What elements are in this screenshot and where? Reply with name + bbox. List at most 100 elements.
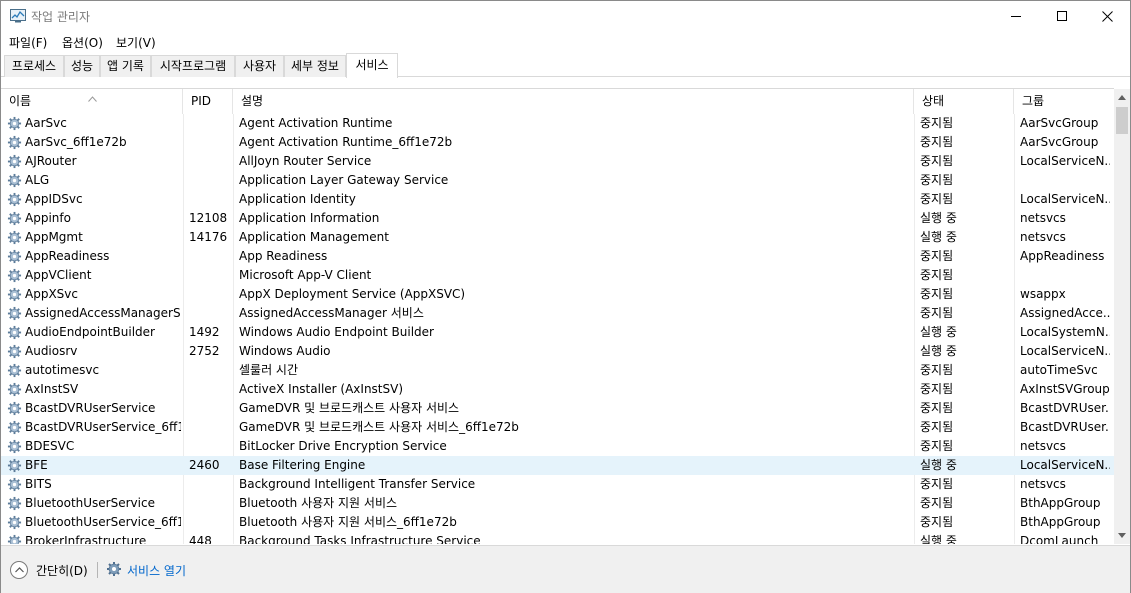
table-row[interactable]: Appinfo 12108 Application Information 실행 중 n… [1, 209, 1114, 228]
service-pid [189, 190, 233, 209]
service-group: LocalSystemN... [1020, 325, 1110, 339]
table-row[interactable]: BcastDVRUserService_6ff1... GameDVR 및 브로드… [1, 418, 1114, 437]
table-row[interactable]: AppVClient Microsoft App-V Client 중지됨 [1, 266, 1114, 285]
scroll-up-button[interactable] [1114, 89, 1130, 106]
service-name: BITS [25, 477, 52, 491]
table-row[interactable]: AJRouter AllJoyn Router Service 중지됨 LocalSe… [1, 152, 1114, 171]
gear-icon [7, 496, 22, 511]
tab-performance[interactable]: 성능 [64, 55, 100, 77]
table-row[interactable]: AarSvc_6ff1e72b Agent Activation Runtime_… [1, 133, 1114, 152]
column-header-pid[interactable]: PID [183, 89, 233, 114]
service-pid [189, 437, 233, 456]
tab-startup[interactable]: 시작프로그램 [151, 55, 235, 77]
service-pid [189, 513, 233, 532]
service-description: Agent Activation Runtime_6ff1e72b [239, 135, 453, 149]
table-row[interactable]: autotimesvc 셀룰러 시간 중지됨 autoTimeSvc [1, 361, 1114, 380]
close-button[interactable] [1084, 1, 1130, 31]
column-header-name[interactable]: 이름 [1, 89, 183, 114]
table-row[interactable]: BFE 2460 Base Filtering Engine 실행 중 LocalSer… [1, 456, 1114, 475]
task-manager-icon [10, 9, 26, 23]
column-header-group[interactable]: 그룹 [1014, 89, 1114, 114]
table-row[interactable]: AppIDSvc Application Identity 중지됨 LocalServ… [1, 190, 1114, 209]
table-row[interactable]: AppReadiness App Readiness 중지됨 AppReadiness [1, 247, 1114, 266]
table-row[interactable]: Audiosrv 2752 Windows Audio 실행 중 LocalServic… [1, 342, 1114, 361]
service-name: AppXSvc [25, 287, 78, 301]
services-table: 이름 PID 설명 상태 그룹 AarSvc Agent Activation R… [1, 88, 1114, 544]
fewer-details-button[interactable]: 간단히(D) [10, 560, 88, 580]
table-row[interactable]: ALG Application Layer Gateway Service 중지됨 [1, 171, 1114, 190]
maximize-button[interactable] [1039, 1, 1085, 31]
scroll-down-button[interactable] [1114, 527, 1130, 544]
gear-icon [7, 135, 22, 150]
table-row[interactable]: BITS Background Intelligent Transfer Serv… [1, 475, 1114, 494]
table-row[interactable]: AppXSvc AppX Deployment Service (AppXSVC)… [1, 285, 1114, 304]
tab-details[interactable]: 세부 정보 [284, 55, 346, 77]
service-name: Appinfo [25, 211, 71, 225]
service-status: 중지됨 [920, 477, 954, 491]
table-row[interactable]: BluetoothUserService Bluetooth 사용자 지원 서비스… [1, 494, 1114, 513]
table-row[interactable]: BDESVC BitLocker Drive Encryption Service… [1, 437, 1114, 456]
service-pid [189, 361, 233, 380]
service-pid [189, 494, 233, 513]
service-pid: 2752 [189, 344, 220, 358]
scroll-down-icon [1118, 533, 1126, 538]
scroll-thumb[interactable] [1116, 107, 1128, 134]
service-group: AarSvcGroup [1020, 116, 1099, 130]
service-pid: 448 [189, 534, 212, 544]
service-group: autoTimeSvc [1020, 363, 1098, 377]
service-name: AJRouter [25, 154, 77, 168]
table-row[interactable]: BrokerInfrastructure 448 Background Tasks … [1, 532, 1114, 544]
service-description: Windows Audio [239, 344, 331, 358]
service-name: AudioEndpointBuilder [25, 325, 155, 339]
table-row[interactable]: AssignedAccessManagerSvc AssignedAccessMa… [1, 304, 1114, 323]
open-services-link[interactable]: 서비스 열기 [106, 560, 186, 580]
table-row[interactable]: AxInstSV ActiveX Installer (AxInstSV) 중지됨 A… [1, 380, 1114, 399]
open-services-label: 서비스 열기 [127, 563, 187, 578]
column-header-description[interactable]: 설명 [233, 89, 914, 114]
service-name: AppMgmt [25, 230, 83, 244]
service-status: 중지됨 [920, 287, 954, 301]
service-status: 중지됨 [920, 268, 954, 282]
tab-users[interactable]: 사용자 [235, 55, 284, 77]
gear-icon [7, 306, 22, 321]
service-group: wsappx [1020, 287, 1066, 301]
table-row[interactable]: AudioEndpointBuilder 1492 Windows Audio En… [1, 323, 1114, 342]
service-group: AxInstSVGroup [1020, 382, 1110, 396]
close-icon [1101, 10, 1113, 22]
minimize-button[interactable] [993, 1, 1039, 31]
vertical-scrollbar[interactable] [1114, 89, 1130, 544]
service-status: 중지됨 [920, 439, 954, 453]
table-row[interactable]: BcastDVRUserService GameDVR 및 브로드캐스트 사용자 … [1, 399, 1114, 418]
table-row[interactable]: AarSvc Agent Activation Runtime 중지됨 AarSvcG… [1, 114, 1114, 133]
service-name: BcastDVRUserService [25, 401, 156, 415]
service-group: netsvcs [1020, 477, 1066, 491]
service-description: Microsoft App-V Client [239, 268, 372, 282]
service-description: Application Information [239, 211, 380, 225]
footer-bar: 간단히(D) 서비스 열기 [1, 545, 1130, 593]
column-header-status[interactable]: 상태 [914, 89, 1014, 114]
service-description: Bluetooth 사용자 지원 서비스 [239, 496, 398, 510]
service-group: LocalServiceN... [1020, 154, 1110, 168]
table-row[interactable]: AppMgmt 14176 Application Management 실행 중 ne… [1, 228, 1114, 247]
service-pid [189, 475, 233, 494]
table-row[interactable]: BluetoothUserService_6ff1... Bluetooth 사용… [1, 513, 1114, 532]
menu-file[interactable]: 파일(F) [9, 34, 47, 51]
service-group: BthAppGroup [1020, 515, 1101, 529]
tab-processes[interactable]: 프로세스 [4, 55, 64, 77]
service-name: Audiosrv [25, 344, 78, 358]
gear-icon [7, 439, 22, 454]
title-bar[interactable]: 작업 관리자 [1, 1, 1130, 31]
tab-services[interactable]: 서비스 [346, 53, 398, 78]
tab-app-history[interactable]: 앱 기록 [100, 55, 151, 77]
gear-icon [7, 154, 22, 169]
service-name: AarSvc_6ff1e72b [25, 135, 127, 149]
menu-view[interactable]: 보기(V) [116, 34, 156, 51]
service-pid [189, 133, 233, 152]
service-group: netsvcs [1020, 230, 1066, 244]
gear-icon [7, 211, 22, 226]
service-status: 중지됨 [920, 249, 954, 263]
menu-options[interactable]: 옵션(O) [62, 34, 103, 51]
service-status: 실행 중 [920, 211, 957, 225]
service-status: 실행 중 [920, 458, 957, 472]
service-status: 중지됨 [920, 173, 954, 187]
